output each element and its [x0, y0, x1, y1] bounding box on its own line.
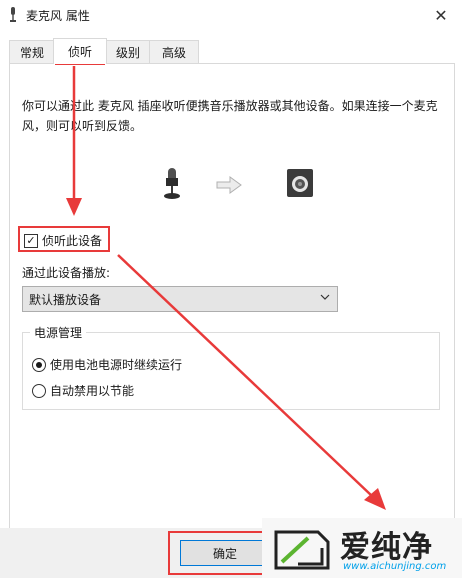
close-button[interactable]: ✕ — [420, 0, 462, 30]
tab-general[interactable]: 常规 — [9, 40, 55, 64]
arrow-right-icon — [216, 176, 242, 194]
playback-device-value: 默认播放设备 — [29, 292, 102, 307]
chevron-down-icon — [320, 294, 330, 300]
power-option-keep-running[interactable]: 使用电池电源时继续运行 — [32, 356, 182, 373]
watermark-brand: 爱纯净 — [340, 530, 433, 565]
annotation-box-checkbox — [18, 226, 110, 252]
microphone-icon — [10, 7, 16, 22]
power-option-label: 使用电池电源时继续运行 — [50, 358, 183, 372]
playback-device-select[interactable]: 默认播放设备 — [22, 286, 338, 312]
device-flow — [160, 168, 320, 200]
title-bar: 麦克风 属性 ✕ — [0, 0, 462, 30]
tab-listen[interactable]: 侦听 — [53, 38, 107, 64]
power-option-label: 自动禁用以节能 — [50, 384, 135, 398]
window-title: 麦克风 属性 — [26, 9, 90, 23]
microphone-icon — [164, 168, 180, 199]
tab-advanced[interactable]: 高级 — [149, 40, 199, 64]
brand-logo-icon — [274, 530, 330, 570]
listen-description: 你可以通过此 麦克风 插座收听便携音乐播放器或其他设备。如果连接一个麦克风，则可… — [22, 99, 438, 133]
speaker-icon — [287, 169, 313, 197]
power-group-title: 电源管理 — [30, 324, 87, 341]
radio-button[interactable] — [32, 357, 46, 372]
power-option-auto-disable[interactable]: 自动禁用以节能 — [32, 382, 134, 399]
playback-label: 通过此设备播放: — [22, 266, 111, 280]
watermark-url: www.aichunjing.com — [343, 561, 447, 572]
radio-button[interactable] — [32, 383, 46, 398]
tab-levels[interactable]: 级别 — [105, 40, 151, 64]
